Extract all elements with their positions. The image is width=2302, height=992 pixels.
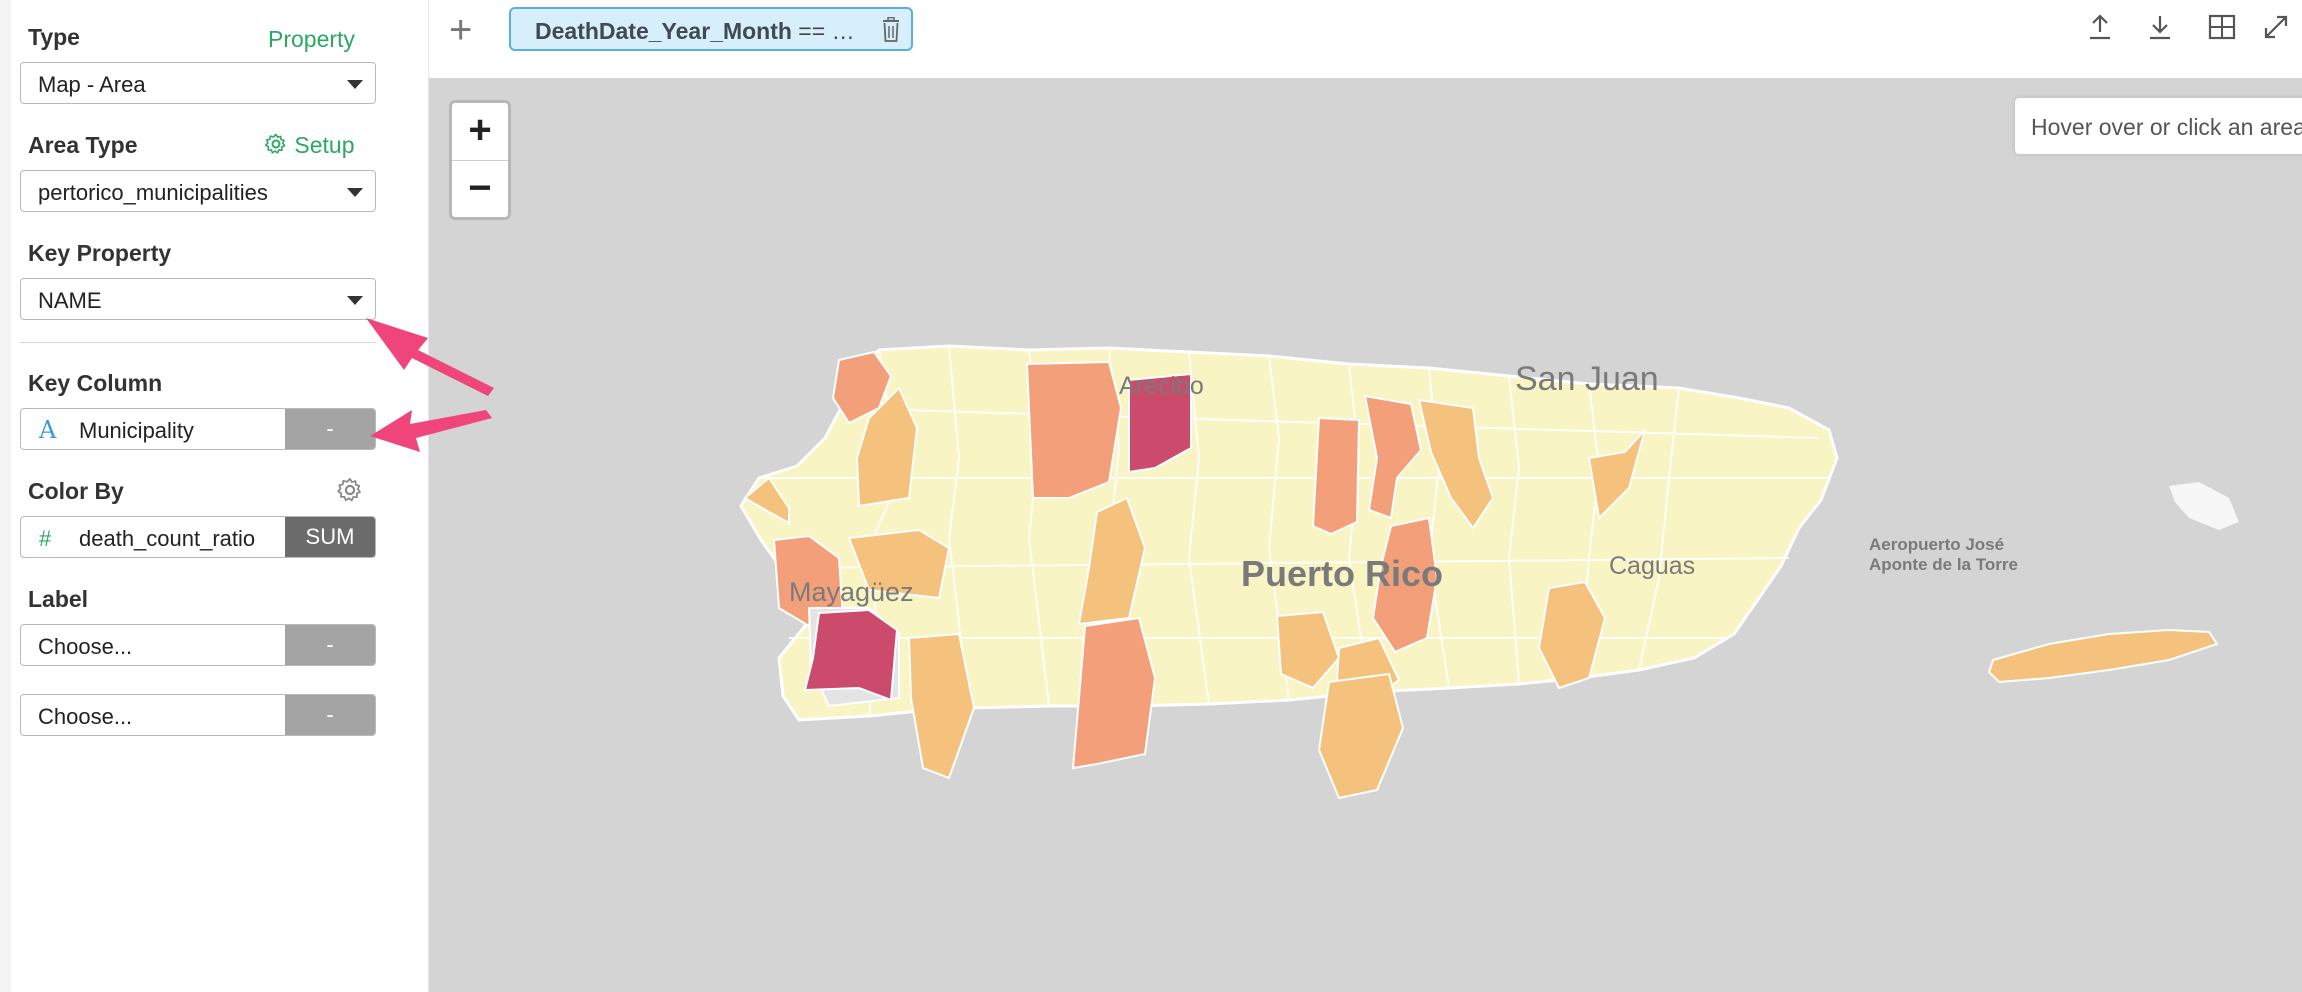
map-label-puerto-rico: Puerto Rico [1241,553,1443,594]
map-label-san-juan: San Juan [1515,360,1659,398]
property-link[interactable]: Property [268,26,355,53]
color-by-agg-button[interactable]: SUM [285,517,375,557]
key-property-select[interactable]: NAME [20,278,376,320]
municipality-region[interactable] [907,632,976,780]
key-column-field[interactable]: A Municipality - [20,408,376,450]
key-column-label: Key Column [28,370,163,396]
map-label-mayaguez: Mayagüez [789,577,914,607]
hover-info-text: Hover over or click an area [2031,114,2302,140]
map-label-airport-line2: Aponte de la Torre [1869,555,2018,574]
chevron-down-icon [347,80,363,89]
key-property-select-value: NAME [38,288,102,313]
key-property-label: Key Property [28,240,172,266]
setup-link-text: Setup [294,132,355,158]
filter-chip[interactable]: DeathDate_Year_Month == … [509,7,913,51]
color-by-value: death_count_ratio [79,526,256,551]
upload-icon[interactable] [2085,12,2115,42]
layout-grid-icon[interactable] [2207,12,2237,42]
color-by-label: Color By [28,478,124,504]
expand-icon[interactable] [2261,12,2291,42]
zoom-out-button[interactable]: − [452,161,508,218]
trash-icon[interactable] [881,17,901,43]
zoom-control: + − [449,100,511,220]
type-label: Type [28,24,80,50]
map-label-arecibo: Arecibo [1119,372,1204,400]
label-section-label: Label [28,586,89,612]
label-field-2-value: Choose... [38,704,133,729]
area-type-label: Area Type [28,132,138,158]
municipality-region[interactable] [803,608,899,702]
top-toolbar: + DeathDate_Year_Month == … [429,0,2302,78]
type-select[interactable]: Map - Area [20,62,376,104]
annotation-arrows [366,318,494,452]
vieques-island[interactable] [1987,628,2219,684]
chevron-down-icon [347,188,363,197]
text-type-icon: A [39,416,57,444]
label-field-2[interactable]: Choose... - [20,694,376,736]
municipality-region[interactable] [1025,360,1123,499]
map-canvas[interactable]: Arecibo San Juan Puerto Rico Mayagüez Ca… [429,78,2302,992]
add-filter-button[interactable]: + [449,8,472,53]
label-field-1[interactable]: Choose... - [20,624,376,666]
area-type-select[interactable]: pertorico_municipalities [20,170,376,212]
section-divider [20,342,376,343]
number-type-icon: # [39,526,52,551]
gear-icon [265,133,286,154]
municipality-region[interactable] [1071,616,1157,770]
map-label-airport-line1: Aeropuerto José [1869,535,2004,554]
label-field-2-agg-button[interactable]: - [285,695,375,735]
download-icon[interactable] [2145,12,2175,42]
culebra-island [2169,482,2239,530]
area-type-select-value: pertorico_municipalities [38,180,268,205]
map-svg[interactable]: Arecibo San Juan Puerto Rico Mayagüez Ca… [429,78,2302,992]
color-by-field[interactable]: # death_count_ratio SUM [20,516,376,558]
label-field-1-agg-button[interactable]: - [285,625,375,665]
hover-info-panel: Hover over or click an area [2015,98,2302,154]
setup-link[interactable]: Setup [264,132,355,159]
municipality-region[interactable] [1311,416,1361,536]
arrow-to-key-column [370,410,492,452]
filter-chip-text: DeathDate_Year_Month == … [535,18,855,45]
label-field-1-value: Choose... [38,634,133,659]
panel-edge [0,0,11,992]
filter-chip-condition: == … [791,18,855,44]
arrow-to-key-property [366,318,494,396]
municipality-region[interactable] [1317,672,1405,800]
zoom-in-button[interactable]: + [452,103,508,160]
type-select-value: Map - Area [38,72,146,97]
filter-chip-field: DeathDate_Year_Month [535,18,792,44]
map-label-caguas: Caguas [1609,552,1695,580]
left-panel: Type Property Map - Area Area Type Setup… [0,0,429,992]
gear-icon[interactable] [336,476,364,504]
key-column-value: Municipality [79,418,194,443]
